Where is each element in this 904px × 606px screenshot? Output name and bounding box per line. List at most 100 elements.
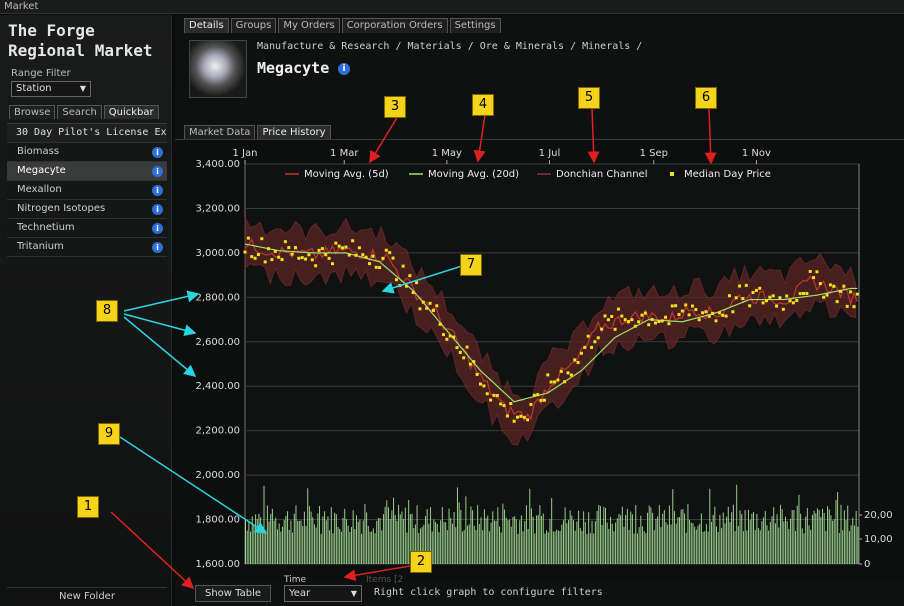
info-icon[interactable]: i (152, 185, 163, 196)
info-icon[interactable]: i (152, 166, 163, 177)
volume-bar (749, 519, 751, 564)
volume-bar (435, 521, 437, 564)
callout-5: 5 (578, 87, 600, 109)
median-price-point (738, 284, 742, 288)
volume-bar (541, 516, 543, 564)
median-price-point (627, 320, 631, 324)
quickbar-item-mexallon[interactable]: Mexallon i (7, 181, 167, 200)
median-price-point (374, 265, 378, 269)
median-price-point (569, 373, 573, 377)
volume-bar (315, 527, 317, 564)
volume-bar (499, 526, 501, 564)
volume-bar (771, 516, 773, 564)
quickbar-folder[interactable]: 30 Day Pilot's License Exte (7, 124, 167, 143)
volume-bar (556, 529, 558, 564)
tab-browse[interactable]: Browse (9, 105, 56, 119)
tab-corporation-orders[interactable]: Corporation Orders (341, 18, 448, 33)
volume-bar (647, 512, 649, 564)
volume-bar (564, 507, 566, 564)
volume-bar (371, 531, 373, 564)
tab-groups[interactable]: Groups (230, 18, 277, 33)
median-price-point (657, 319, 661, 323)
breadcrumb[interactable]: Manufacture & Research / Materials / Ore… (257, 41, 642, 52)
tab-settings[interactable]: Settings (449, 18, 501, 33)
price-history-chart[interactable]: 3,400.00 3,200.00 3,000.00 2,800.00 2,600.00… (175, 139, 904, 581)
median-price-point (307, 253, 311, 257)
median-price-point (778, 296, 782, 300)
quickbar-item-tritanium[interactable]: Tritanium i (7, 238, 167, 257)
volume-bar (287, 511, 289, 564)
volume-bar (667, 524, 669, 564)
volume-bar (313, 524, 315, 564)
volume-bar (583, 511, 585, 564)
volume-bar (453, 512, 455, 564)
quickbar-item-megacyte[interactable]: Megacyte i (7, 162, 167, 181)
chevron-down-icon: ▼ (79, 84, 86, 93)
range-filter-select[interactable]: Station ▼ (11, 81, 91, 97)
median-price-point (489, 398, 493, 402)
tab-quickbar[interactable]: Quickbar (103, 105, 159, 119)
y-tick-label: 2,400.00 (195, 381, 240, 392)
info-icon[interactable]: i (338, 63, 350, 75)
tab-price-history[interactable]: Price History (257, 125, 331, 139)
volume-bar (593, 533, 595, 564)
volume-bar (482, 530, 484, 564)
info-icon[interactable]: i (152, 204, 163, 215)
price-history-graph[interactable]: 3,400.00 3,200.00 3,000.00 2,800.00 2,600.00… (175, 140, 904, 582)
volume-bar (352, 510, 354, 564)
tab-my-orders[interactable]: My Orders (278, 18, 340, 33)
volume-bar (495, 520, 497, 564)
volume-bar (335, 514, 337, 564)
volume-bar (650, 507, 652, 564)
tab-details[interactable]: Details (184, 18, 229, 33)
median-price-point (532, 393, 536, 397)
volume-bar (761, 521, 763, 564)
show-table-button[interactable]: Show Table (195, 585, 271, 602)
volume-bar (258, 513, 260, 564)
median-price-point (704, 310, 708, 314)
volume-bar (387, 507, 389, 564)
volume-bar (557, 530, 559, 564)
new-folder-button[interactable]: New Folder (7, 587, 167, 605)
volume-bar (359, 519, 361, 564)
median-price-point (643, 311, 647, 315)
volume-bar (256, 519, 258, 564)
median-price-point (435, 304, 439, 308)
volume-bar (391, 510, 393, 564)
median-price-point (801, 292, 805, 296)
quickbar-item-nitrogen-isotopes[interactable]: Nitrogen Isotopes i (7, 200, 167, 219)
median-price-point (687, 313, 691, 317)
median-price-point (536, 393, 540, 397)
tab-market-data[interactable]: Market Data (184, 125, 256, 139)
x-tick-label: 1 Jul (539, 148, 561, 159)
quickbar-item-biomass[interactable]: Biomass i (7, 143, 167, 162)
volume-bar (468, 524, 470, 564)
volume-bar (596, 511, 598, 564)
volume-bar (369, 531, 371, 564)
median-price-point (590, 345, 594, 349)
tab-search[interactable]: Search (57, 105, 102, 119)
quickbar-item-technetium[interactable]: Technetium i (7, 219, 167, 238)
volume-bar (603, 506, 605, 564)
time-select[interactable]: Year ▼ (284, 585, 362, 602)
info-icon[interactable]: i (152, 223, 163, 234)
volume-bar (692, 523, 694, 564)
volume-bar (847, 505, 849, 564)
callout-9: 9 (98, 423, 120, 445)
volume-bar (251, 516, 253, 564)
volume-bar (551, 498, 553, 564)
median-price-point (822, 295, 826, 299)
volume-bar (260, 517, 262, 564)
median-price-point (677, 312, 681, 316)
volume-bar (796, 505, 798, 564)
info-icon[interactable]: i (152, 242, 163, 253)
volume-bar (798, 494, 800, 564)
median-price-point (351, 239, 355, 243)
megacyte-item-icon[interactable] (189, 40, 247, 98)
info-icon[interactable]: i (152, 147, 163, 158)
median-price-point (297, 256, 301, 260)
volume-bar (567, 520, 569, 564)
volume-bar (721, 528, 723, 564)
median-price-point (401, 264, 405, 268)
median-price-point (418, 307, 422, 311)
